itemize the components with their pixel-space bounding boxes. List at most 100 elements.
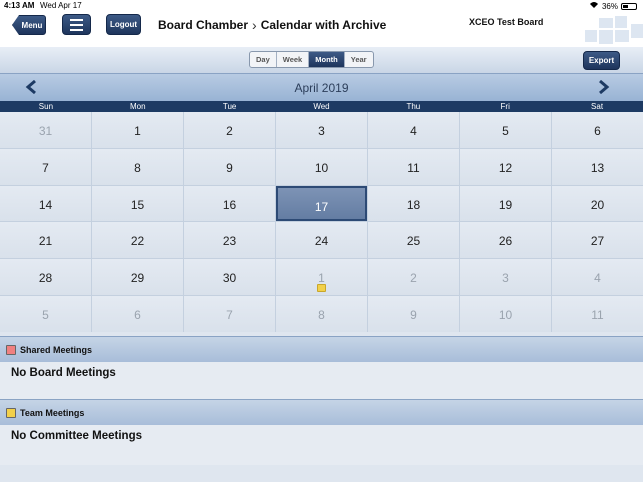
- status-right: 36%: [589, 1, 637, 11]
- month-title: April 2019: [294, 81, 349, 95]
- day-number: 8: [134, 160, 141, 175]
- wifi-icon: [589, 1, 599, 11]
- day-number: 29: [130, 271, 145, 286]
- weekday-label: Wed: [313, 102, 330, 111]
- team-meetings-swatch: [6, 407, 16, 418]
- day-number: 19: [498, 197, 513, 212]
- chevron-right-icon: ›: [252, 17, 257, 33]
- team-meetings-label: Team Meetings: [20, 407, 85, 418]
- day-number: 7: [226, 308, 233, 323]
- shared-meetings-label: Shared Meetings: [20, 344, 93, 355]
- calendar-day[interactable]: 9: [368, 296, 459, 332]
- weekday-header: Sun Mon Tue Wed Thu Fri Sat: [0, 101, 643, 112]
- day-number: 9: [410, 308, 417, 323]
- day-number: 17: [314, 199, 329, 214]
- hamburger-icon-line: [70, 28, 83, 31]
- month-navigation: April 2019: [0, 73, 643, 101]
- calendar-day[interactable]: 19: [460, 185, 551, 222]
- calendar-day[interactable]: 16: [184, 185, 275, 222]
- calendar-day[interactable]: 28: [0, 259, 91, 296]
- day-number: 14: [38, 197, 53, 212]
- hamburger-menu-button[interactable]: [62, 14, 91, 35]
- calendar-day[interactable]: 15: [92, 185, 183, 222]
- day-number: 23: [222, 234, 237, 249]
- logout-button[interactable]: Logout: [106, 14, 141, 35]
- day-number: 31: [38, 124, 53, 138]
- calendar-day[interactable]: 8: [92, 148, 183, 185]
- calendar-day[interactable]: 8: [276, 296, 367, 332]
- calendar-day[interactable]: 1: [92, 112, 183, 148]
- export-button[interactable]: Export: [583, 51, 620, 70]
- day-number: 10: [498, 308, 513, 323]
- calendar-day[interactable]: 23: [184, 222, 275, 259]
- calendar-day-today[interactable]: 17: [276, 185, 367, 222]
- day-number: 5: [502, 124, 509, 138]
- battery-icon: [621, 2, 637, 10]
- day-number: 4: [594, 271, 601, 286]
- calendar-day[interactable]: 18: [368, 185, 459, 222]
- calendar-day[interactable]: 9: [184, 148, 275, 185]
- calendar-day[interactable]: 4: [552, 259, 643, 296]
- calendar-day[interactable]: 12: [460, 148, 551, 185]
- calendar-day[interactable]: 5: [0, 296, 91, 332]
- calendar-day[interactable]: 31: [0, 112, 91, 148]
- calendar-day[interactable]: 6: [92, 296, 183, 332]
- view-year-button[interactable]: Year: [345, 52, 373, 67]
- calendar-day[interactable]: 13: [552, 148, 643, 185]
- calendar-day[interactable]: 7: [184, 296, 275, 332]
- breadcrumb-current: Calendar with Archive: [260, 18, 387, 32]
- day-number: 28: [38, 271, 53, 286]
- calendar-day[interactable]: 3: [460, 259, 551, 296]
- weekday-label: Sun: [38, 102, 54, 111]
- calendar-day[interactable]: 11: [552, 296, 643, 332]
- calendar-day[interactable]: 21: [0, 222, 91, 259]
- calendar-day[interactable]: 14: [0, 185, 91, 222]
- calendar-day[interactable]: 10: [276, 148, 367, 185]
- calendar-day[interactable]: 26: [460, 222, 551, 259]
- day-number: 26: [498, 234, 513, 249]
- view-month-button[interactable]: Month: [309, 52, 345, 67]
- calendar-day[interactable]: 25: [368, 222, 459, 259]
- shared-meetings-swatch: [6, 344, 16, 355]
- calendar-day[interactable]: 27: [552, 222, 643, 259]
- calendar-day[interactable]: 2: [184, 112, 275, 148]
- calendar-day[interactable]: 4: [368, 112, 459, 148]
- breadcrumb-parent[interactable]: Board Chamber: [158, 18, 248, 32]
- view-day-button[interactable]: Day: [250, 52, 277, 67]
- calendar-day[interactable]: 11: [368, 148, 459, 185]
- calendar-day[interactable]: 7: [0, 148, 91, 185]
- menu-back-button[interactable]: Menu: [12, 15, 46, 35]
- view-switcher: Day Week Month Year: [249, 51, 374, 68]
- day-number: 2: [226, 124, 233, 138]
- calendar-day[interactable]: 10: [460, 296, 551, 332]
- battery-percent: 36%: [601, 1, 618, 11]
- team-meetings-body: No Committee Meetings: [0, 425, 643, 465]
- calendar-day[interactable]: 29: [92, 259, 183, 296]
- weekday-label: Tue: [222, 102, 237, 111]
- status-bar: 4:13 AM Wed Apr 17 36%: [0, 0, 643, 12]
- day-number: 4: [410, 124, 417, 138]
- app-header: Menu Logout Board Chamber › Calendar wit…: [0, 12, 643, 47]
- team-meeting-marker[interactable]: [316, 284, 326, 293]
- shared-meetings-body: No Board Meetings: [0, 362, 643, 399]
- calendar-day[interactable]: 24: [276, 222, 367, 259]
- calendar-day[interactable]: 2: [368, 259, 459, 296]
- weekday-label: Fri: [500, 102, 510, 111]
- weekday-label: Sat: [591, 102, 604, 111]
- team-meetings-header: Team Meetings: [0, 399, 643, 425]
- calendar-day[interactable]: 22: [92, 222, 183, 259]
- calendar-day[interactable]: 6: [552, 112, 643, 148]
- day-number: 8: [318, 308, 325, 323]
- calendar-day[interactable]: 30: [184, 259, 275, 296]
- day-number: 6: [134, 308, 141, 323]
- calendar-day[interactable]: 20: [552, 185, 643, 222]
- status-time: 4:13 AM: [4, 1, 35, 10]
- calendar-day[interactable]: 5: [460, 112, 551, 148]
- weekday-label: Thu: [406, 102, 421, 111]
- hamburger-icon-line: [70, 18, 83, 21]
- calendar-day[interactable]: 3: [276, 112, 367, 148]
- day-number: 16: [222, 197, 237, 212]
- next-month-icon[interactable]: [596, 79, 610, 95]
- calendar-day[interactable]: 1: [276, 259, 367, 296]
- view-week-button[interactable]: Week: [277, 52, 310, 67]
